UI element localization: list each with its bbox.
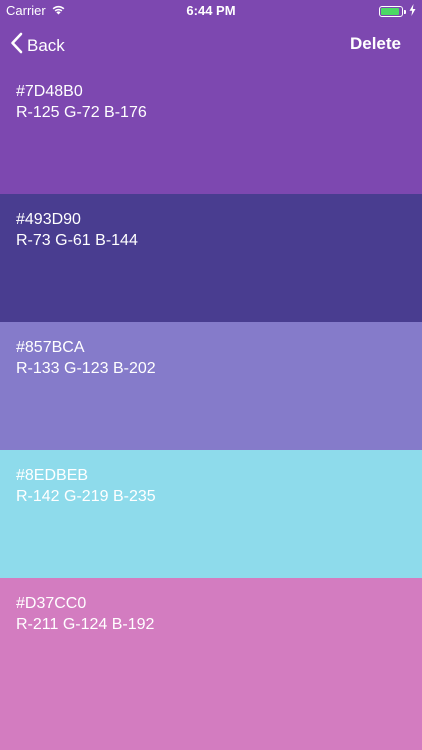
battery-icon (379, 6, 403, 17)
palette-detail-screen: #7D48B0 R-125 G-72 B-176 #493D90 R-73 G-… (0, 0, 422, 750)
navigation-bar: Back Delete (0, 22, 422, 66)
chevron-left-icon (10, 32, 23, 59)
color-swatch[interactable]: #493D90 R-73 G-61 B-144 (0, 194, 422, 322)
swatch-hex-code: #D37CC0 (16, 595, 87, 612)
color-swatch[interactable]: #8EDBEB R-142 G-219 B-235 (0, 450, 422, 578)
swatch-hex-code: #7D48B0 (16, 83, 83, 100)
delete-button[interactable]: Delete (350, 34, 401, 54)
battery-level (381, 8, 399, 15)
swatch-rgb-values: R-133 G-123 B-202 (16, 360, 156, 377)
battery-cap (404, 9, 406, 14)
back-button-label: Back (27, 35, 65, 55)
swatch-rgb-values: R-125 G-72 B-176 (16, 104, 147, 121)
charging-bolt-icon (409, 4, 416, 19)
swatch-hex-code: #493D90 (16, 211, 81, 228)
swatch-rgb-values: R-73 G-61 B-144 (16, 232, 138, 249)
battery-indicator (379, 4, 416, 19)
status-time: 6:44 PM (186, 3, 236, 18)
swatch-rgb-values: R-211 G-124 B-192 (16, 616, 155, 633)
color-swatch[interactable]: #D37CC0 R-211 G-124 B-192 (0, 578, 422, 750)
status-bar: Carrier 6:44 PM (0, 0, 422, 22)
back-button[interactable]: Back (10, 32, 65, 59)
swatch-hex-code: #857BCA (16, 339, 85, 356)
color-swatch[interactable]: #857BCA R-133 G-123 B-202 (0, 322, 422, 450)
swatch-hex-code: #8EDBEB (16, 467, 89, 484)
swatch-rgb-values: R-142 G-219 B-235 (16, 488, 156, 505)
